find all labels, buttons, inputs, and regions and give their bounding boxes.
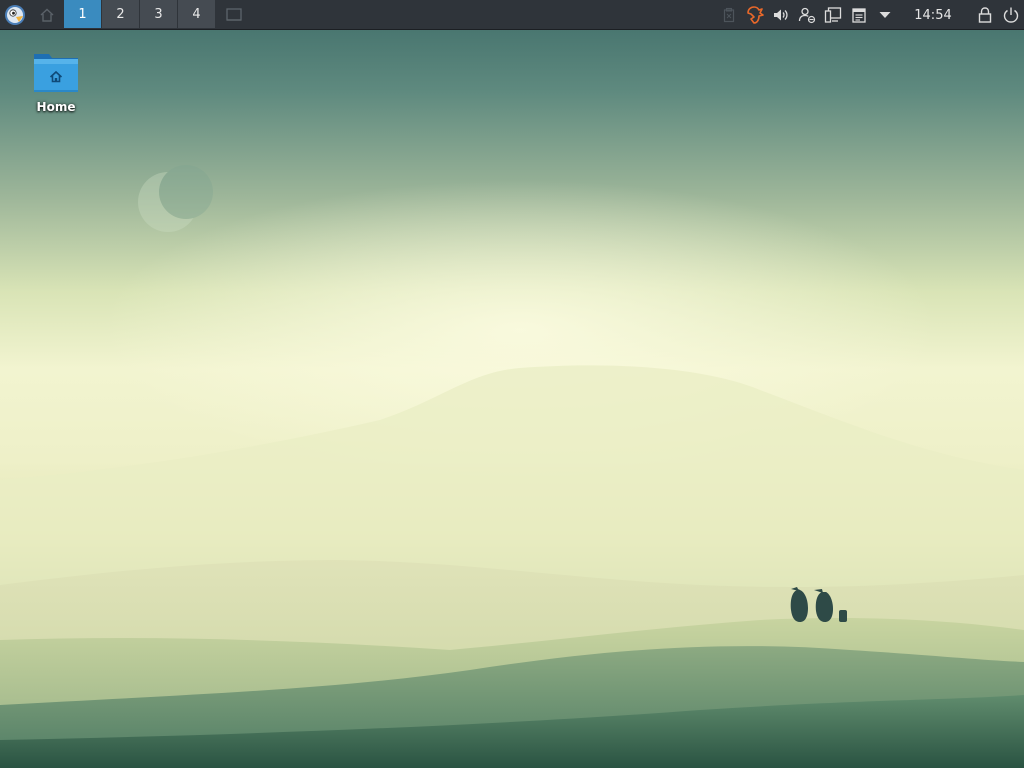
desktop-icon-label: Home: [36, 100, 76, 114]
home-icon: [40, 8, 54, 22]
workspace-label: 1: [78, 6, 87, 22]
show-desktop-button[interactable]: [216, 0, 252, 30]
volume-icon[interactable]: [768, 0, 794, 30]
clock-time: 14:54: [914, 7, 952, 23]
workspace-label: 4: [192, 6, 201, 22]
workspace-1[interactable]: 1: [64, 0, 101, 28]
workspace-3[interactable]: 3: [140, 0, 177, 28]
clipboard-trash-icon[interactable]: [716, 0, 742, 30]
desktop-icon-home[interactable]: Home: [22, 50, 90, 114]
home-button[interactable]: [30, 0, 64, 30]
launcher-logo-icon: [5, 4, 25, 25]
home-folder-icon: [34, 54, 78, 92]
workspace-pager: 1 2 3 4: [64, 0, 216, 29]
user-switch-icon[interactable]: [794, 0, 820, 30]
moon: [138, 165, 213, 232]
wallpaper: [0, 165, 1024, 768]
desktop[interactable]: 1 2 3 4 14:54 Home: [0, 0, 1024, 768]
clock[interactable]: 14:54: [902, 8, 964, 23]
notes-icon[interactable]: [846, 0, 872, 30]
network-icon[interactable]: [820, 0, 846, 30]
lock-icon[interactable]: [972, 0, 998, 30]
power-icon[interactable]: [998, 0, 1024, 30]
workspace-4[interactable]: 4: [178, 0, 215, 28]
update-manager-icon[interactable]: [742, 0, 768, 30]
dropdown-arrow-icon[interactable]: [872, 0, 898, 30]
workspace-label: 3: [154, 6, 163, 22]
taskbar: 1 2 3 4 14:54: [0, 0, 1024, 30]
application-launcher[interactable]: [0, 0, 30, 30]
workspace-label: 2: [116, 6, 125, 22]
show-desktop-icon: [226, 7, 242, 21]
workspace-2[interactable]: 2: [102, 0, 139, 28]
